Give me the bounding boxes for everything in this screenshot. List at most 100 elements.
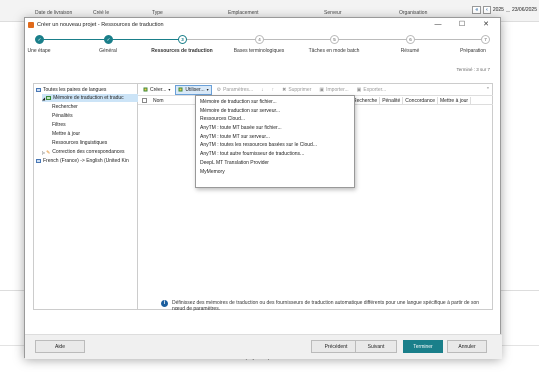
move-down-button[interactable]: ↓ xyxy=(258,85,267,95)
tree-item-label: Mettre à jour xyxy=(52,131,81,137)
tree-item-filters[interactable]: Filtres xyxy=(52,121,66,129)
language-pairs-icon xyxy=(36,88,41,92)
menu-item-anytm-server[interactable]: AnyTM : toute MT sur serveur... xyxy=(196,133,354,142)
step-2-check-icon: ✓ xyxy=(104,35,113,44)
correction-icon: ✎ xyxy=(46,150,51,156)
export-label: Exporter... xyxy=(363,86,387,93)
step-5-number: 5 xyxy=(330,35,339,44)
dropdown-arrow-icon: ▾ xyxy=(206,87,209,92)
close-button[interactable]: ✕ xyxy=(474,18,498,31)
column-location[interactable]: Emplacement xyxy=(228,10,259,16)
tree-item-label: Correction des correspondances xyxy=(52,149,125,155)
prev-button[interactable]: ‹ xyxy=(483,6,491,14)
step-7-label[interactable]: Préparation xyxy=(460,48,486,54)
settings-label: Paramètres... xyxy=(223,86,254,93)
create-button[interactable]: Créer... ▾ xyxy=(140,85,173,95)
date-filter: « ‹ 2025 — 23/06/2025 xyxy=(472,6,537,14)
column-update[interactable]: Mettre à jour xyxy=(438,97,472,104)
wizard-steps: ✓ Une étape ✓ Général 3 Ressources de tr… xyxy=(25,34,502,64)
minimize-button[interactable]: — xyxy=(426,18,450,31)
help-button[interactable]: Aide xyxy=(35,340,85,353)
translation-memory-icon xyxy=(46,96,52,100)
step-6-number: 6 xyxy=(406,35,415,44)
move-up-button[interactable]: ↑ xyxy=(269,85,278,95)
expand-arrow-icon[interactable]: ▷ xyxy=(42,150,45,155)
finish-button[interactable]: Terminer xyxy=(403,340,443,353)
dialog-titlebar[interactable]: Créer un nouveau projet - Ressources de … xyxy=(25,18,500,31)
tree-item-search[interactable]: Rechercher xyxy=(52,103,78,111)
tree-item-translation-memory[interactable]: ◢ Mémoire de traduction et traduc xyxy=(42,94,138,102)
use-button[interactable]: Utiliser... ▾ xyxy=(175,84,212,95)
step-1-label[interactable]: Une étape xyxy=(27,48,50,54)
menu-item-deepl[interactable]: DeepL MT Translation Provider xyxy=(196,159,354,168)
prev-range-button[interactable]: « xyxy=(472,6,482,14)
tree-item-linguistic-resources[interactable]: Ressources linguistiques xyxy=(52,139,107,147)
step-4-label[interactable]: Bases terminologiques xyxy=(234,48,285,54)
collapse-toolbar-icon[interactable]: » xyxy=(487,85,489,90)
column-delivery-date[interactable]: Date de livraison xyxy=(35,10,72,16)
language-pairs-tree: Toutes les paires de langues ◢ Mémoire d… xyxy=(33,83,138,310)
step-5-label[interactable]: Tâches en mode batch xyxy=(309,48,360,54)
menu-item-cloud-resources[interactable]: Ressources Cloud... xyxy=(196,115,354,124)
cancel-button[interactable]: Annuler xyxy=(447,340,487,353)
column-type[interactable]: Type xyxy=(152,10,163,16)
export-button[interactable]: ▣ Exporter... xyxy=(354,85,390,95)
menu-item-file-tm[interactable]: Mémoire de traduction sur fichier... xyxy=(196,98,354,107)
delete-button[interactable]: ✖ Supprimer xyxy=(279,85,314,95)
menu-item-mymemory[interactable]: MyMemory xyxy=(196,168,354,177)
dropdown-arrow-icon: ▾ xyxy=(168,87,171,92)
import-icon: ▣ xyxy=(319,86,325,93)
menu-item-anytm-other[interactable]: AnyTM : tout autre fournisseur de traduc… xyxy=(196,150,354,159)
step-2-label[interactable]: Général xyxy=(99,48,117,54)
column-penalty[interactable]: Pénalité xyxy=(380,97,404,104)
dialog-title: Créer un nouveau projet - Ressources de … xyxy=(37,21,164,28)
import-button[interactable]: ▣ Importer... xyxy=(316,85,351,95)
gear-icon: ⚙ xyxy=(216,86,222,93)
tree-item-label: Pénalités xyxy=(52,113,73,119)
new-project-dialog: Créer un nouveau projet - Ressources de … xyxy=(24,17,502,359)
tree-item-correction[interactable]: ▷ ✎ Correction des correspondances xyxy=(42,148,125,156)
maximize-button[interactable]: ☐ xyxy=(450,18,474,31)
menu-item-anytm-cloud[interactable]: AnyTM : toutes les ressources basées sur… xyxy=(196,141,354,150)
next-button[interactable]: Suivant xyxy=(355,340,397,353)
tree-item-french-english[interactable]: French (France) -> English (United Kin xyxy=(36,157,129,165)
expand-arrow-icon[interactable]: ◢ xyxy=(42,96,45,101)
tree-item-label: Ressources linguistiques xyxy=(52,140,108,146)
tree-item-penalties[interactable]: Pénalités xyxy=(52,112,73,120)
arrow-up-icon: ↑ xyxy=(271,86,275,93)
create-icon xyxy=(143,87,148,92)
info-message: i Définissez des mémoires de traduction … xyxy=(161,300,491,320)
language-pair-icon xyxy=(36,159,41,163)
app-icon xyxy=(28,21,34,28)
step-3-label[interactable]: Ressources de traduction xyxy=(151,48,212,54)
column-search[interactable]: Recherche xyxy=(351,97,381,104)
tree-item-label: Rechercher xyxy=(52,104,78,110)
date-end: 23/06/2025 xyxy=(511,7,537,13)
export-icon: ▣ xyxy=(356,86,362,93)
create-label: Créer... xyxy=(150,86,167,93)
menu-item-server-tm[interactable]: Mémoire de traduction sur serveur... xyxy=(196,107,354,116)
step-6-label[interactable]: Résumé xyxy=(401,48,420,54)
tree-item-update[interactable]: Mettre à jour xyxy=(52,130,80,138)
tree-item-label: French (France) -> English (United Kin xyxy=(43,158,129,164)
dialog-footer: Aide Précédent Suivant Terminer Annuler xyxy=(25,334,502,359)
tree-item-label: Filtres xyxy=(52,122,66,128)
column-concordance[interactable]: Concordance xyxy=(403,97,439,104)
tree-item-all-language-pairs[interactable]: Toutes les paires de langues xyxy=(36,86,106,94)
info-icon: i xyxy=(161,300,168,307)
select-all-checkbox[interactable] xyxy=(142,98,147,103)
import-label: Importer... xyxy=(326,86,349,93)
step-4-number: 4 xyxy=(255,35,264,44)
settings-button[interactable]: ⚙ Paramètres... xyxy=(214,85,257,95)
previous-button[interactable]: Précédent xyxy=(311,340,361,353)
tree-item-label: Mémoire de traduction et traduc xyxy=(53,95,124,101)
wizard-progress-status: Terminé : 3 sur 7 xyxy=(456,67,490,72)
delete-icon: ✖ xyxy=(282,86,287,93)
menu-item-anytm-file[interactable]: AnyTM : toute MT basée sur fichier... xyxy=(196,124,354,133)
column-created-on[interactable]: Créé le xyxy=(93,10,109,16)
column-server[interactable]: Serveur xyxy=(324,10,342,16)
use-label: Utiliser... xyxy=(185,86,205,93)
column-organisation[interactable]: Organisation xyxy=(399,10,427,16)
use-icon xyxy=(178,87,183,92)
step-7-number: 7 xyxy=(481,35,490,44)
